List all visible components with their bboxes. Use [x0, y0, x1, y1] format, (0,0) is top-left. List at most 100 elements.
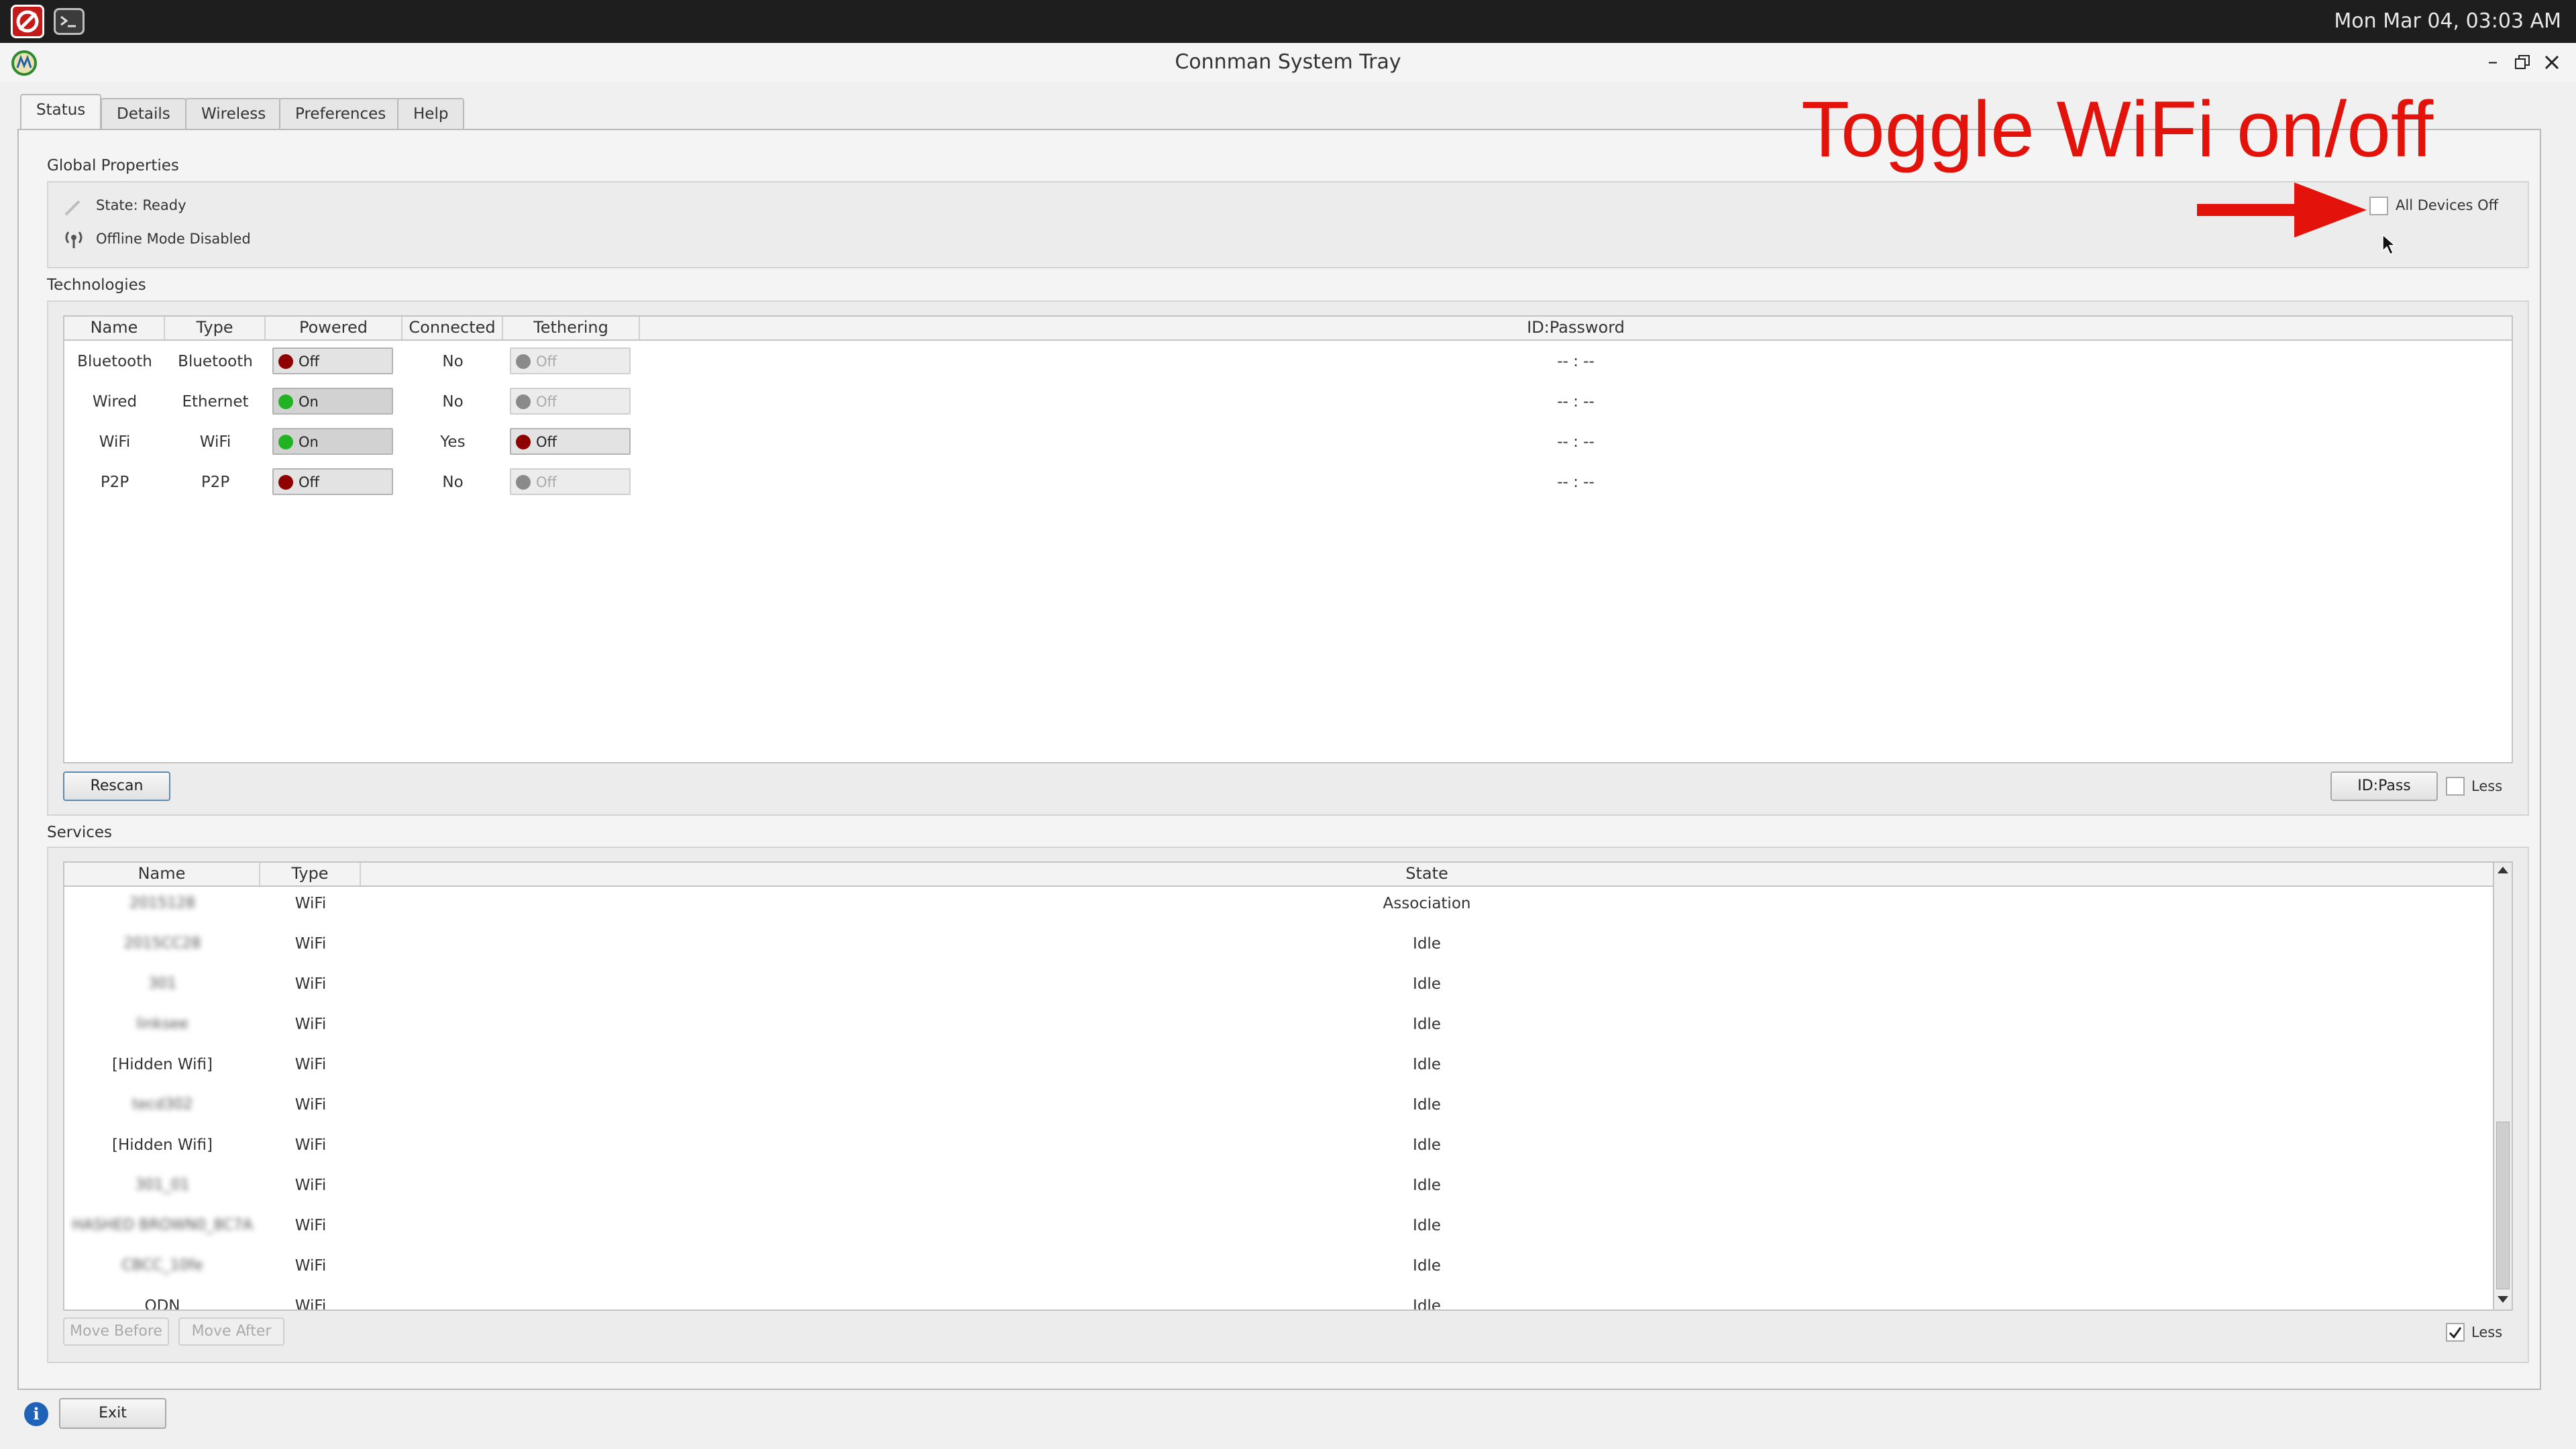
service-name[interactable]: [Hidden Wifi]: [64, 1056, 260, 1073]
services-title: Services: [47, 824, 112, 841]
toggle-label: Off: [536, 474, 557, 490]
service-name[interactable]: tecd302: [64, 1096, 260, 1113]
service-state: Idle: [1413, 1016, 1441, 1033]
bluetooth-powered-toggle[interactable]: Off: [272, 347, 393, 374]
service-type: WiFi: [294, 1217, 327, 1234]
on-indicator-icon: [278, 394, 293, 409]
tab-help[interactable]: Help: [397, 98, 465, 129]
move-before-button[interactable]: Move Before: [63, 1318, 169, 1346]
col-name[interactable]: Name: [64, 317, 165, 339]
scrollbar-thumb[interactable]: [2496, 1122, 2510, 1289]
wired-powered-toggle[interactable]: On: [272, 388, 393, 415]
maximize-icon[interactable]: [2509, 49, 2536, 76]
all-devices-off-label[interactable]: All Devices Off: [2396, 197, 2498, 213]
annotation-arrow: [2194, 180, 2368, 240]
service-name[interactable]: [Hidden Wifi]: [64, 1136, 260, 1154]
tab-status[interactable]: Status: [20, 94, 102, 130]
scroll-down-icon[interactable]: [2498, 1296, 2508, 1303]
scroll-up-icon[interactable]: [2498, 867, 2508, 873]
info-icon[interactable]: i: [24, 1402, 48, 1426]
tech-name: Bluetooth: [77, 353, 152, 370]
technologies-title: Technologies: [47, 276, 146, 294]
technologies-less-label[interactable]: Less: [2471, 778, 2502, 794]
tech-idpass: -- : --: [1557, 474, 1595, 491]
service-state: Idle: [1413, 1297, 1441, 1311]
wifi-powered-toggle[interactable]: On: [272, 428, 393, 455]
tech-type: Ethernet: [182, 393, 249, 411]
toggle-label: Off: [536, 434, 557, 450]
service-name[interactable]: 2015CC28: [64, 935, 260, 952]
tech-connected: No: [442, 393, 464, 411]
all-devices-off-checkbox[interactable]: [2369, 197, 2388, 215]
toggle-label: Off: [299, 474, 319, 490]
col-connected[interactable]: Connected: [402, 317, 503, 339]
technologies-less-checkbox[interactable]: [2446, 777, 2465, 796]
col-type[interactable]: Type: [260, 863, 361, 885]
toggle-label: On: [299, 434, 319, 450]
minimize-icon[interactable]: –: [2479, 49, 2506, 76]
offline-mode-label: Offline Mode Disabled: [96, 231, 251, 247]
global-properties-box: [47, 181, 2529, 268]
col-id-password[interactable]: ID:Password: [640, 317, 2512, 339]
close-icon[interactable]: [2538, 49, 2565, 76]
service-name[interactable]: CBCC_10fe: [64, 1257, 260, 1274]
service-type: WiFi: [294, 1297, 327, 1311]
services-scrollbar[interactable]: [2493, 861, 2513, 1311]
service-type: WiFi: [294, 1056, 327, 1073]
move-after-button[interactable]: Move After: [178, 1318, 284, 1346]
tech-name: Wired: [92, 393, 138, 411]
service-name[interactable]: linksee: [64, 1016, 260, 1032]
tech-idpass: -- : --: [1557, 393, 1595, 411]
global-properties-title: Global Properties: [47, 157, 179, 174]
service-state: Idle: [1413, 935, 1441, 953]
col-state[interactable]: State: [361, 863, 2493, 885]
tech-type: WiFi: [199, 433, 231, 451]
col-type[interactable]: Type: [165, 317, 266, 339]
service-state: Idle: [1413, 1096, 1441, 1114]
tab-wireless[interactable]: Wireless: [185, 98, 282, 129]
terminal-icon[interactable]: [54, 8, 85, 35]
service-state: Idle: [1413, 1136, 1441, 1154]
app-menu-icon[interactable]: [11, 5, 44, 38]
toggle-label: Off: [536, 394, 557, 410]
rescan-button[interactable]: Rescan: [63, 771, 170, 801]
service-state: Idle: [1413, 1177, 1441, 1194]
id-pass-button[interactable]: ID:Pass: [2330, 771, 2438, 801]
technologies-table: Name Type Powered Connected Tethering ID…: [63, 315, 2513, 763]
service-state: Idle: [1413, 1217, 1441, 1234]
exit-button[interactable]: Exit: [59, 1398, 166, 1429]
offline-mode-icon: [62, 229, 86, 250]
services-less-checkbox[interactable]: [2446, 1323, 2465, 1342]
tab-preferences[interactable]: Preferences: [279, 98, 402, 129]
services-table: Name Type State 2015128 WiFi Association…: [63, 861, 2494, 1311]
service-type: WiFi: [294, 895, 327, 912]
service-name[interactable]: 2015128: [64, 895, 260, 912]
tech-name: WiFi: [99, 433, 131, 451]
col-name[interactable]: Name: [64, 863, 260, 885]
service-name[interactable]: 301: [64, 975, 260, 992]
tech-type: P2P: [201, 474, 230, 491]
technologies-table-header: Name Type Powered Connected Tethering ID…: [64, 317, 2512, 341]
tab-details[interactable]: Details: [101, 98, 186, 129]
state-icon: [63, 197, 83, 217]
services-table-header: Name Type State: [64, 863, 2493, 887]
service-type: WiFi: [294, 1177, 327, 1194]
disabled-indicator-icon: [516, 475, 531, 490]
p2p-powered-toggle[interactable]: Off: [272, 468, 393, 495]
service-name[interactable]: 301_01: [64, 1177, 260, 1193]
wifi-tethering-toggle[interactable]: Off: [510, 428, 631, 455]
service-name[interactable]: HASHED BROWN0_8C7A: [64, 1217, 260, 1234]
services-less-label[interactable]: Less: [2471, 1324, 2502, 1340]
service-state: Idle: [1413, 1257, 1441, 1275]
toggle-label: Off: [536, 354, 557, 370]
wired-tethering-toggle: Off: [510, 388, 631, 415]
service-name[interactable]: ODN: [64, 1297, 260, 1309]
off-indicator-icon: [278, 354, 293, 369]
col-tethering[interactable]: Tethering: [503, 317, 640, 339]
tech-connected: No: [442, 353, 464, 370]
toggle-label: On: [299, 394, 319, 410]
disabled-indicator-icon: [516, 354, 531, 369]
service-type: WiFi: [294, 1096, 327, 1114]
window-titlebar: Connman System Tray –: [0, 43, 2576, 82]
col-powered[interactable]: Powered: [266, 317, 402, 339]
